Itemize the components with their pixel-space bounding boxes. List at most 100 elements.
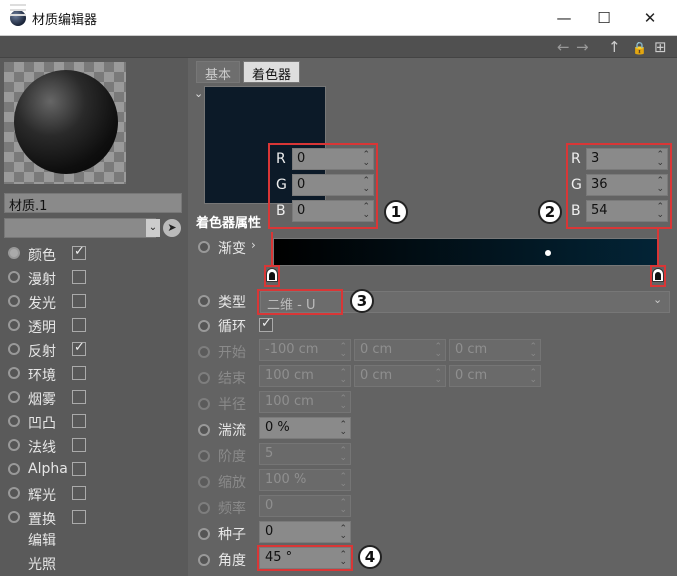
close-button[interactable]: ✕ [638,6,662,30]
channel-row[interactable]: 环境 [0,362,188,385]
radius-radio[interactable] [198,398,210,410]
forward-arrow-icon[interactable]: → [576,36,589,58]
gradient-midpoint[interactable] [545,250,551,256]
channel-row[interactable]: 反射 [0,338,188,361]
start-radio[interactable] [198,346,210,358]
minimize-button[interactable]: — [552,6,576,30]
channel-checkbox[interactable] [72,390,86,404]
channel-label[interactable]: Alpha [28,461,68,477]
loop-radio[interactable] [198,320,210,332]
tab-basic[interactable]: 基本 [196,61,241,83]
radius-input[interactable]: 100 cm ⌃ ⌄ [259,391,351,413]
end-y-input[interactable]: 0 cm ⌃ ⌄ [354,365,446,387]
chevron-down-icon[interactable]: ⌄ [146,219,160,237]
channel-label[interactable]: 发光 [28,293,56,313]
material-dropdown[interactable] [4,218,156,238]
channel-row[interactable]: Alpha [0,458,188,481]
start-z-input[interactable]: 0 cm ⌃ ⌄ [449,339,541,361]
left-b-input[interactable]: 0 ⌃ ⌄ [292,200,374,222]
channel-label[interactable]: 烟雾 [28,389,56,409]
gradient-knot-left[interactable] [266,268,278,282]
channel-checkbox[interactable] [72,366,86,380]
channel-row[interactable]: 置换 [0,506,188,529]
channel-radio[interactable] [8,295,20,307]
left-r-input[interactable]: 0 ⌃ ⌄ [292,148,374,170]
channel-checkbox[interactable] [72,438,86,452]
channel-label[interactable]: 法线 [28,437,56,457]
pick-arrow-icon[interactable]: ➤ [163,219,181,237]
channel-radio[interactable] [8,415,20,427]
channel-checkbox[interactable] [72,244,86,260]
end-radio[interactable] [198,372,210,384]
channel-label[interactable]: 颜色 [28,245,56,265]
channel-label[interactable]: 置换 [28,509,56,529]
material-name-field[interactable]: 材质.1 [4,193,182,214]
channel-radio[interactable] [8,487,20,499]
collapse-arrow-icon[interactable]: ⌄ [194,87,203,100]
gradient-bar[interactable] [273,238,658,266]
chevron-down-icon[interactable]: ⌄ [653,293,662,306]
channel-radio[interactable] [8,511,20,523]
lock-icon[interactable]: 🔒 [632,37,647,59]
edit-item[interactable]: 编辑 [28,530,56,550]
turbulence-input[interactable]: 0 % ⌃ ⌄ [259,417,351,439]
scale-input[interactable]: 100 % ⌃ ⌄ [259,469,351,491]
channel-radio[interactable] [8,391,20,403]
channel-row[interactable]: 漫射 [0,266,188,289]
channel-row[interactable]: 颜色 [0,242,188,265]
channel-label[interactable]: 辉光 [28,485,56,505]
octaves-radio[interactable] [198,450,210,462]
channel-checkbox[interactable] [72,340,86,356]
channel-checkbox[interactable] [72,414,86,428]
channel-radio[interactable] [8,319,20,331]
channel-checkbox[interactable] [72,270,86,284]
type-radio[interactable] [198,295,210,307]
channel-label[interactable]: 凹凸 [28,413,56,433]
octaves-input[interactable]: 5 ⌃ ⌄ [259,443,351,465]
loop-checkbox[interactable] [259,316,273,332]
tab-shader[interactable]: 着色器 [243,61,301,83]
channel-radio[interactable] [8,439,20,451]
end-x-input[interactable]: 100 cm ⌃ ⌄ [259,365,351,387]
end-z-input[interactable]: 0 cm ⌃ ⌄ [449,365,541,387]
channel-radio[interactable] [8,463,20,475]
expand-arrow-icon[interactable]: › [251,238,256,252]
channel-radio[interactable] [8,367,20,379]
turbulence-radio[interactable] [198,424,210,436]
gradient-knot-right[interactable] [652,268,664,282]
illumination-item[interactable]: 光照 [28,554,56,574]
channel-checkbox[interactable] [72,486,86,500]
frequency-radio[interactable] [198,502,210,514]
channel-row[interactable]: 凹凸 [0,410,188,433]
angle-radio[interactable] [198,554,210,566]
channel-checkbox[interactable] [72,318,86,332]
right-g-input[interactable]: 36 ⌃ ⌄ [586,174,668,196]
channel-label[interactable]: 环境 [28,365,56,385]
frequency-input[interactable]: 0 ⌃ ⌄ [259,495,351,517]
left-g-input[interactable]: 0 ⌃ ⌄ [292,174,374,196]
channel-checkbox[interactable] [72,294,86,308]
channel-label[interactable]: 漫射 [28,269,56,289]
channel-radio[interactable] [8,343,20,355]
gradient-radio[interactable] [198,241,210,253]
channel-row[interactable]: 透明 [0,314,188,337]
channel-row[interactable]: 法线 [0,434,188,457]
channel-row[interactable]: 辉光 [0,482,188,505]
channel-row[interactable]: 烟雾 [0,386,188,409]
scale-radio[interactable] [198,476,210,488]
channel-radio[interactable] [8,247,20,259]
up-arrow-icon[interactable]: ↑ [608,36,621,58]
channel-radio[interactable] [8,271,20,283]
start-y-input[interactable]: 0 cm ⌃ ⌄ [354,339,446,361]
channel-label[interactable]: 透明 [28,317,56,337]
right-b-input[interactable]: 54 ⌃ ⌄ [586,200,668,222]
channel-row[interactable]: 发光 [0,290,188,313]
menu-icon[interactable] [10,4,26,18]
channel-checkbox[interactable] [72,462,86,476]
seed-input[interactable]: 0 ⌃ ⌄ [259,521,351,543]
back-arrow-icon[interactable]: ← [557,36,570,58]
right-r-input[interactable]: 3 ⌃ ⌄ [586,148,668,170]
channel-checkbox[interactable] [72,510,86,524]
start-x-input[interactable]: -100 cm ⌃ ⌄ [259,339,351,361]
channel-label[interactable]: 反射 [28,341,56,361]
